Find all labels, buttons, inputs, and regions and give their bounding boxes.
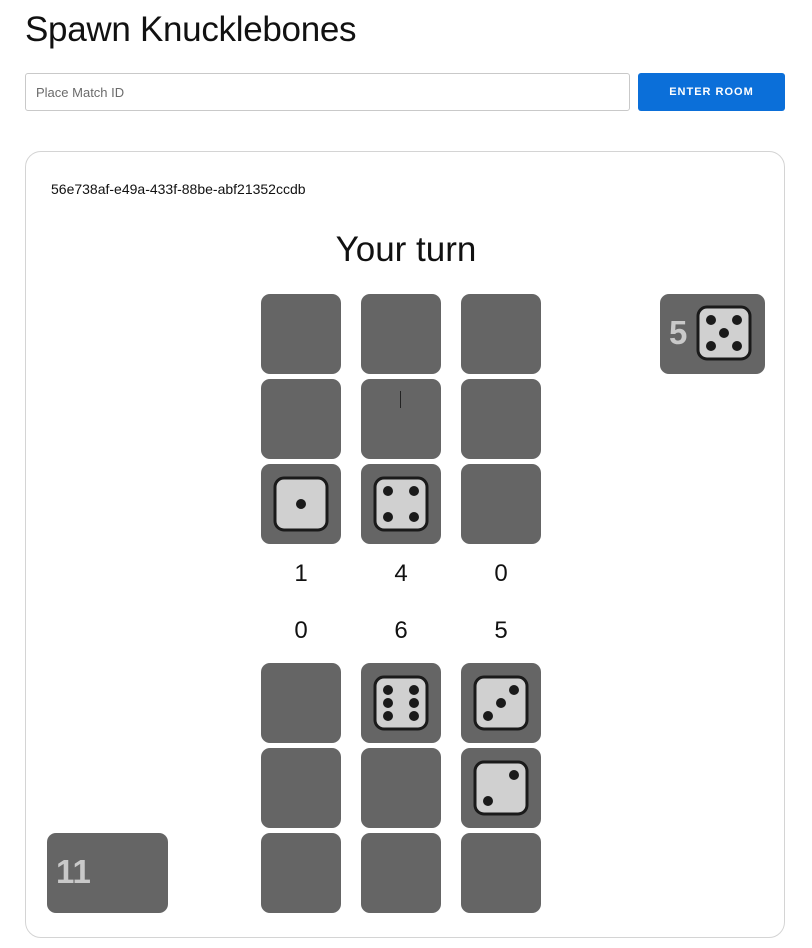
match-id-input[interactable] [25,73,630,111]
dice-face-icon [373,476,429,532]
player-cell-r3-c2[interactable] [361,833,441,913]
player-cell-r2-c1[interactable] [261,748,341,828]
match-id-label: 56e738af-e49a-433f-88be-abf21352ccdb [51,181,306,197]
opponent-column-score-1: 1 [294,560,308,587]
player-column-score-2: 6 [394,617,408,644]
opponent-cell-r1-c1 [261,294,341,374]
dice-face-icon [473,675,529,731]
opponent-cell-r1-c3 [461,294,541,374]
player-cell-r2-c2[interactable] [361,748,441,828]
page-title: Spawn Knucklebones [25,10,357,49]
game-card: 56e738af-e49a-433f-88be-abf21352ccdb You… [25,151,785,938]
player-cell-r1-c1[interactable] [261,663,341,743]
opponent-column-score-3: 0 [494,560,508,587]
current-die-box: 5 [660,294,765,374]
opponent-cell-r3-c1 [261,464,341,544]
dice-face-icon [473,760,529,816]
dice-face-icon [273,476,329,532]
opponent-cell-r3-c2 [361,464,441,544]
player-total-box: 11 [47,833,168,913]
opponent-cell-r1-c2 [361,294,441,374]
player-column-score-1: 0 [294,617,308,644]
opponent-cell-r3-c3 [461,464,541,544]
player-column-score-3: 5 [494,617,508,644]
opponent-cell-r2-c2 [361,379,441,459]
dice-face-icon [373,675,429,731]
player-total-score: 11 [56,853,91,890]
enter-room-button[interactable]: ENTER ROOM [638,73,785,111]
player-cell-r2-c3[interactable] [461,748,541,828]
opponent-column-score-2: 4 [394,560,408,587]
current-die-value: 5 [669,314,688,351]
dice-face-icon [696,305,752,361]
text-cursor [400,391,401,408]
player-cell-r1-c3[interactable] [461,663,541,743]
turn-status: Your turn [335,230,477,269]
player-cell-r1-c2[interactable] [361,663,441,743]
player-cell-r3-c1[interactable] [261,833,341,913]
opponent-cell-r2-c3 [461,379,541,459]
opponent-cell-r2-c1 [261,379,341,459]
player-cell-r3-c3[interactable] [461,833,541,913]
